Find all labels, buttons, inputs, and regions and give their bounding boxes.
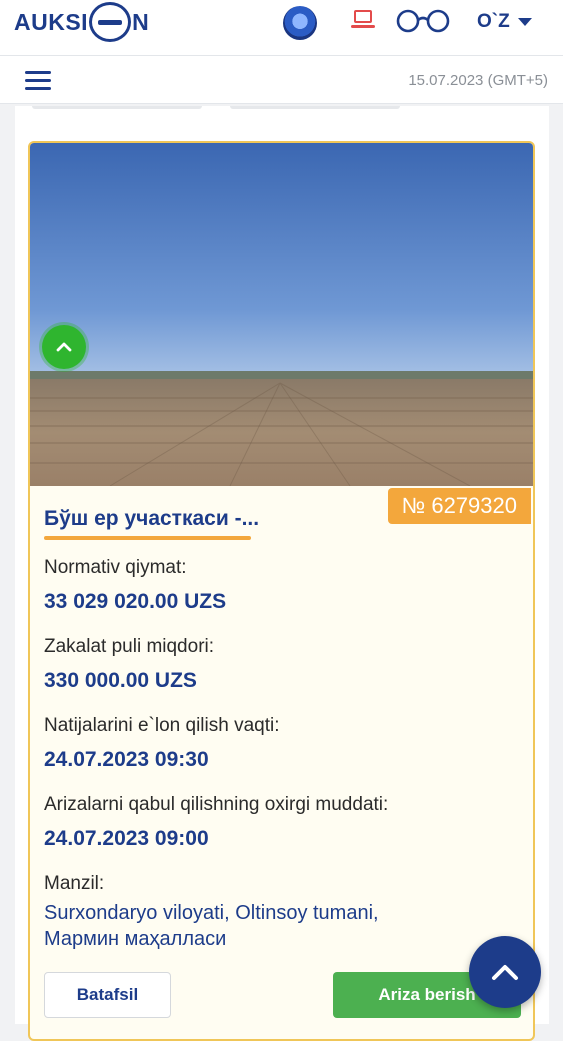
chevron-down-icon bbox=[517, 18, 532, 26]
chevron-up-icon bbox=[492, 965, 518, 980]
deposit-value: 330 000.00 UZS bbox=[44, 669, 197, 692]
glasses-icon[interactable] bbox=[395, 9, 451, 33]
laptop-icon[interactable] bbox=[351, 10, 375, 30]
lot-card: № 6279320 Бўш ер участкаси -... Normativ… bbox=[28, 141, 535, 1041]
lot-photo[interactable] bbox=[30, 143, 533, 486]
logo-text-right: N bbox=[132, 8, 150, 35]
language-label: O`Z bbox=[477, 11, 510, 32]
address-value: Surxondaryo viloyati, Oltinsoy tumani, М… bbox=[44, 900, 504, 952]
details-button[interactable]: Batafsil bbox=[44, 972, 171, 1018]
results-time-label: Natijalarini e`lon qilish vaqti: bbox=[44, 715, 280, 736]
top-bar: AUKSI N O`Z bbox=[0, 0, 563, 56]
logo-emblem-icon bbox=[89, 2, 132, 42]
title-underline bbox=[44, 536, 251, 540]
hamburger-menu-icon[interactable] bbox=[25, 71, 51, 91]
auksion-logo[interactable]: AUKSI N bbox=[14, 2, 150, 42]
address-label: Manzil: bbox=[44, 873, 105, 894]
normative-value: 33 029 020.00 UZS bbox=[44, 590, 227, 613]
nav-bar: 15.07.2023 (GMT+5) bbox=[0, 56, 563, 104]
deadline-value: 24.07.2023 09:00 bbox=[44, 827, 209, 850]
language-selector[interactable]: O`Z bbox=[477, 11, 532, 33]
filter-tab-left[interactable] bbox=[32, 106, 202, 109]
address-line-1: Surxondaryo viloyati, Oltinsoy tumani, bbox=[44, 902, 379, 924]
deadline-label: Arizalarni qabul qilishning oxirgi mudda… bbox=[44, 794, 389, 815]
lot-number-badge: № 6279320 bbox=[387, 488, 531, 524]
state-emblem-icon bbox=[283, 6, 317, 40]
deposit-label: Zakalat puli miqdori: bbox=[44, 636, 215, 657]
address-line-2: Мармин маҳалласи bbox=[44, 928, 227, 950]
scroll-to-top-button[interactable] bbox=[469, 936, 541, 1008]
filter-tab-right[interactable] bbox=[230, 106, 400, 109]
chevron-up-icon bbox=[56, 342, 72, 352]
server-datetime: 15.07.2023 (GMT+5) bbox=[408, 72, 548, 89]
results-time-value: 24.07.2023 09:30 bbox=[44, 748, 209, 771]
normative-value-label: Normativ qiymat: bbox=[44, 557, 187, 578]
logo-text-left: AUKSI bbox=[14, 8, 89, 35]
scroll-up-small-button[interactable] bbox=[42, 325, 86, 369]
lot-title[interactable]: Бўш ер участкаси -... bbox=[44, 507, 259, 531]
